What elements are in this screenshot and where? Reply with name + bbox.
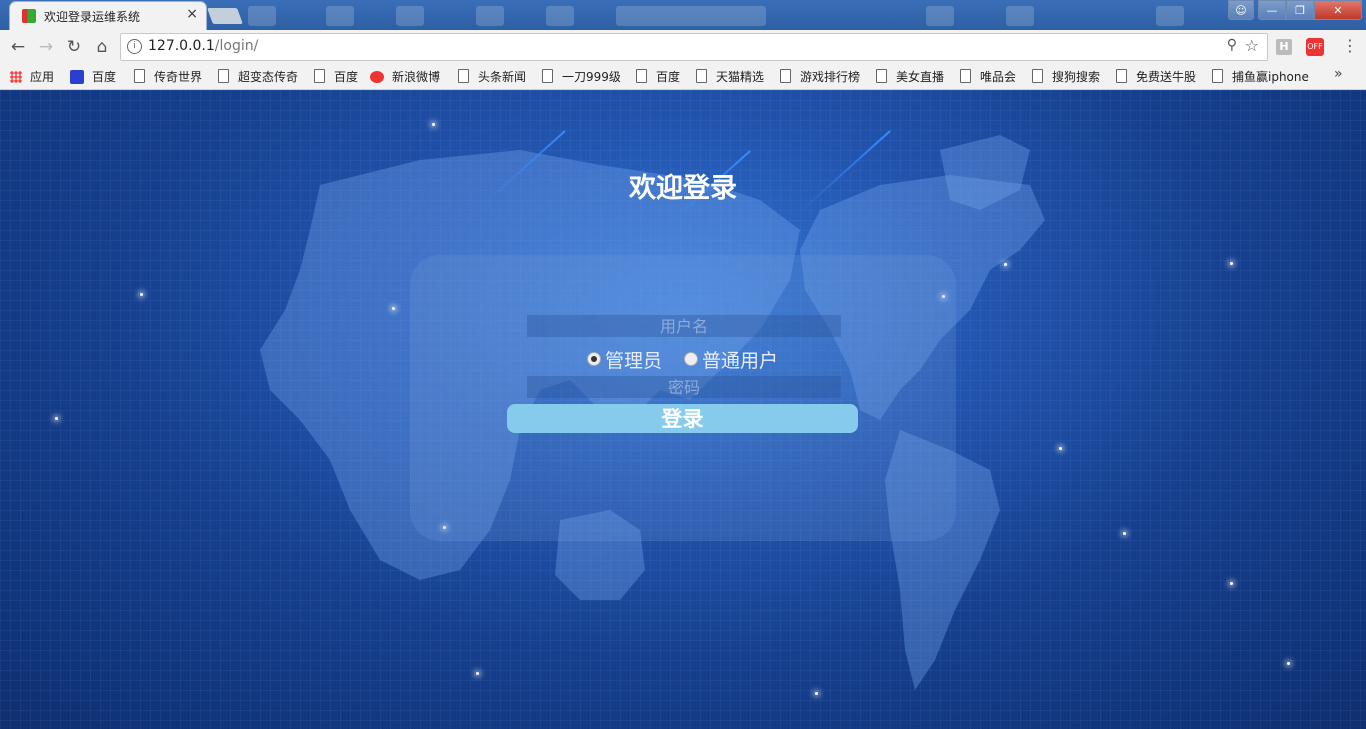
star-sparkle (1230, 582, 1233, 585)
url-host: 127.0.0.1 (148, 38, 215, 54)
bookmark-label: 天猫精选 (716, 70, 765, 84)
page-icon (696, 69, 707, 83)
bookmark-item[interactable]: 一刀999级 (542, 68, 621, 85)
page-icon (218, 69, 229, 83)
star-sparkle (392, 307, 395, 310)
address-bar[interactable]: i 127.0.0.1/login/ ⚲ ☆ (120, 33, 1268, 61)
tab-close-icon[interactable]: × (186, 6, 198, 22)
login-title: 欢迎登录 (629, 173, 737, 204)
role-admin-radio[interactable] (587, 352, 601, 366)
forward-arrow-icon[interactable]: → (34, 35, 58, 59)
bookmark-item[interactable]: 美女直播 (876, 68, 944, 85)
username-input[interactable] (527, 315, 841, 337)
star-sparkle (55, 417, 58, 420)
minimize-button[interactable]: — (1258, 0, 1286, 20)
star-sparkle (1004, 263, 1007, 266)
bookmark-item[interactable]: 唯品会 (960, 68, 1016, 85)
page-icon (780, 69, 791, 83)
page-icon (636, 69, 647, 83)
bookmark-item[interactable]: 游戏排行榜 (780, 68, 860, 85)
extension-off-icon[interactable]: OFF (1306, 38, 1324, 56)
bookmark-label: 一刀999级 (562, 70, 621, 84)
page-icon (1032, 69, 1043, 83)
maximize-button[interactable]: ❐ (1286, 0, 1314, 20)
bookmarks-bar: 应用 百度 传奇世界 超变态传奇 百度 新浪微博 头条新闻 一刀999级 百度 … (0, 63, 1366, 90)
page-icon (134, 69, 145, 83)
page-icon (876, 69, 887, 83)
apps-grid-icon (10, 71, 22, 83)
more-bookmarks-icon[interactable]: » (1334, 66, 1343, 82)
password-input[interactable] (527, 376, 841, 398)
new-tab-button[interactable] (207, 8, 243, 24)
close-window-button[interactable]: ✕ (1314, 0, 1362, 20)
bookmark-label: 唯品会 (980, 70, 1017, 84)
bookmark-item[interactable]: 搜狗搜索 (1032, 68, 1100, 85)
bookmark-label: 超变态传奇 (238, 70, 299, 84)
bookmark-label: 百度 (334, 70, 359, 84)
page-icon (542, 69, 553, 83)
bookmark-label: 头条新闻 (478, 70, 527, 84)
site-info-icon[interactable]: i (127, 39, 142, 54)
bookmark-label: 新浪微博 (392, 70, 441, 84)
bookmark-star-icon[interactable]: ☆ (1245, 36, 1259, 55)
star-sparkle (815, 692, 818, 695)
star-sparkle (476, 672, 479, 675)
url-text[interactable]: 127.0.0.1/login/ (148, 38, 258, 54)
bookmark-label: 捕鱼赢iphone (1232, 70, 1309, 84)
bookmark-item[interactable]: 免费送牛股 (1116, 68, 1196, 85)
bookmark-label: 免费送牛股 (1136, 70, 1197, 84)
bookmark-item[interactable]: 天猫精选 (696, 68, 764, 85)
bookmark-item[interactable]: 新浪微博 (370, 68, 440, 85)
role-selector: 管理员 普通用户 (587, 346, 778, 373)
bookmark-item[interactable]: 捕鱼赢iphone (1212, 68, 1309, 85)
bookmark-item[interactable]: 百度 (70, 68, 116, 85)
home-icon[interactable]: ⌂ (90, 35, 114, 59)
page-icon (314, 69, 325, 83)
bookmark-label: 美女直播 (896, 70, 945, 84)
bookmark-label: 搜狗搜索 (1052, 70, 1101, 84)
bookmark-label: 百度 (656, 70, 681, 84)
star-sparkle (1230, 262, 1233, 265)
baidu-paw-icon (70, 70, 84, 84)
bookmark-item[interactable]: 超变态传奇 (218, 68, 298, 85)
active-tab[interactable]: 欢迎登录运维系统 × (10, 2, 206, 30)
browser-tab-strip: 欢迎登录运维系统 × ☺ — ❐ ✕ (0, 0, 1366, 30)
window-controls: ☺ — ❐ ✕ (1228, 0, 1362, 20)
reload-icon[interactable]: ↻ (62, 35, 86, 59)
tab-title: 欢迎登录运维系统 (44, 10, 141, 24)
bookmark-item[interactable]: 头条新闻 (458, 68, 526, 85)
role-user-radio[interactable] (684, 352, 699, 366)
url-path: /login/ (214, 38, 259, 54)
background-taskbar (240, 4, 1240, 28)
back-arrow-icon[interactable]: ← (6, 35, 30, 59)
browser-toolbar: ← → ↻ ⌂ i 127.0.0.1/login/ ⚲ ☆ H OFF ⋮ (0, 30, 1366, 63)
star-sparkle (1287, 662, 1290, 665)
role-user-label[interactable]: 普通用户 (702, 350, 778, 372)
bookmark-label: 游戏排行榜 (800, 70, 861, 84)
star-sparkle (140, 293, 143, 296)
login-panel (410, 255, 956, 541)
zoom-icon[interactable]: ⚲ (1227, 37, 1237, 53)
login-button[interactable]: 登录 (507, 404, 858, 433)
bookmark-item[interactable]: 百度 (636, 68, 680, 85)
page-icon (458, 69, 469, 83)
bookmark-label: 应用 (30, 70, 55, 84)
bookmark-apps[interactable]: 应用 (10, 68, 54, 85)
star-sparkle (432, 123, 435, 126)
bookmark-item[interactable]: 传奇世界 (134, 68, 202, 85)
bookmark-label: 传奇世界 (154, 70, 203, 84)
star-sparkle (1123, 532, 1126, 535)
site-favicon-icon (22, 9, 36, 23)
role-admin-label[interactable]: 管理员 (605, 350, 662, 372)
bookmark-label: 百度 (92, 70, 117, 84)
bookmark-item[interactable]: 百度 (314, 68, 358, 85)
page-icon (1212, 69, 1223, 83)
page-icon (960, 69, 971, 83)
page-icon (1116, 69, 1127, 83)
profile-icon[interactable]: ☺ (1228, 0, 1254, 20)
star-sparkle (1059, 447, 1062, 450)
browser-menu-icon[interactable]: ⋮ (1342, 36, 1358, 55)
extension-h-icon[interactable]: H (1276, 39, 1292, 55)
weibo-icon (370, 71, 384, 83)
